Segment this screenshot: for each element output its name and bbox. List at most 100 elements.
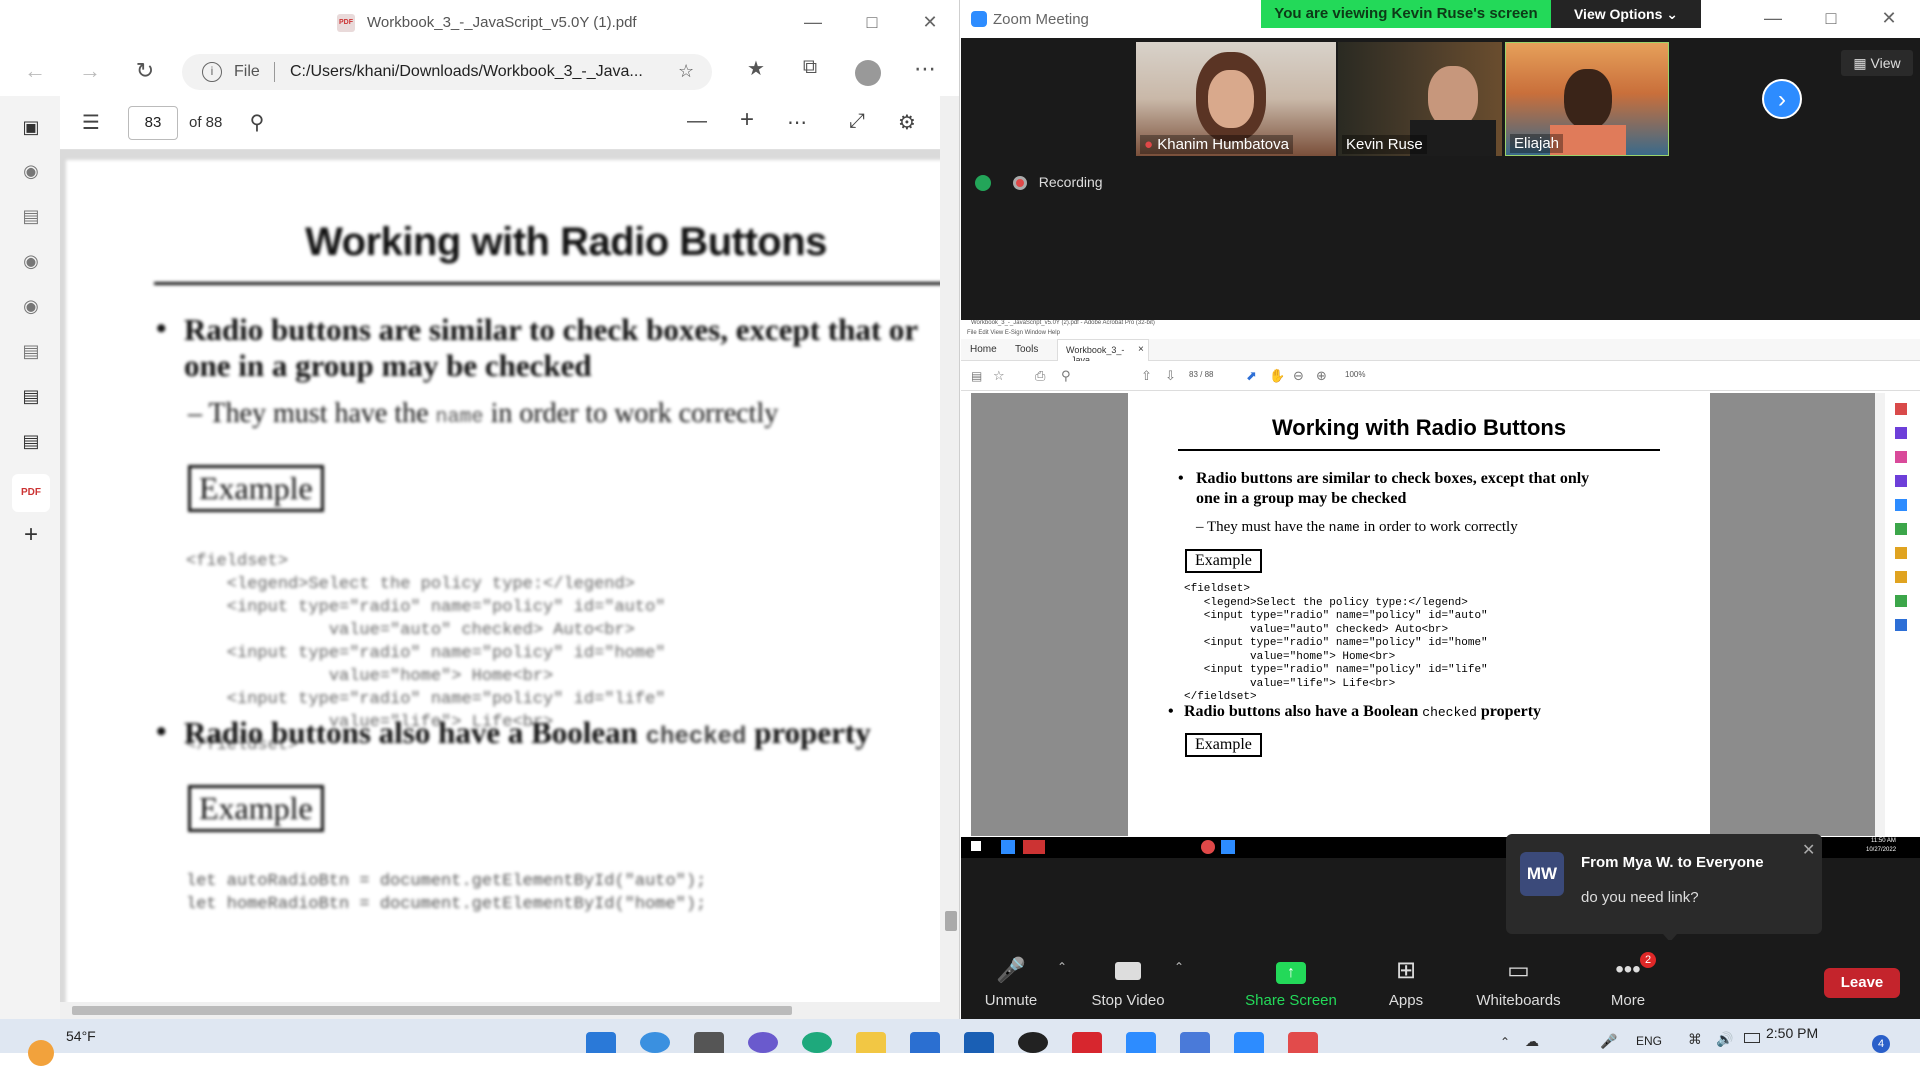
whiteboard-icon: ▭ (1507, 957, 1530, 984)
chat-notification[interactable]: MW From Mya W. to Everyone do you need l… (1506, 834, 1822, 942)
edge-tab-title[interactable]: Workbook_3_-_JavaScript_v5.0Y (1).pdf (367, 14, 637, 31)
stop-video-button[interactable]: Stop Video (1078, 940, 1178, 1019)
task-view-icon[interactable] (694, 1032, 724, 1053)
recording-indicator[interactable]: Recording (975, 174, 1103, 192)
apps-button[interactable]: ⊞ Apps (1356, 940, 1456, 1019)
zoom-out-icon[interactable]: — (684, 110, 710, 133)
shared-screen[interactable]: Workbook_3_-_JavaScript_v5.0Y (2).pdf - … (961, 320, 1920, 858)
zoom-in-icon: ⊕ (1316, 368, 1327, 383)
chat-app-icon[interactable] (748, 1032, 778, 1053)
fit-page-icon[interactable]: ⤢ (844, 110, 870, 133)
settings-gear-icon[interactable]: ⚙ (894, 110, 920, 135)
document-icon[interactable]: ▤ (20, 385, 42, 407)
windows-start-icon (971, 841, 981, 851)
chevron-up-icon[interactable]: ⌃ (1174, 960, 1184, 974)
close-icon[interactable]: ✕ (1802, 840, 1815, 860)
dell-icon[interactable] (1018, 1032, 1048, 1053)
participant-tile[interactable]: ● Khanim Humbatova (1136, 42, 1336, 156)
tab-tools[interactable]: Tools (1015, 344, 1038, 355)
next-page-button[interactable]: › (1762, 79, 1802, 119)
gmail-icon[interactable] (1072, 1032, 1102, 1053)
page-number-input[interactable]: 83 (128, 106, 178, 140)
bullet-dot: • (1168, 703, 1174, 720)
leave-button[interactable]: Leave (1824, 968, 1900, 998)
collections-icon[interactable]: ⧉ (795, 56, 825, 79)
edge-icon[interactable] (802, 1032, 832, 1053)
search-icon[interactable] (640, 1032, 670, 1053)
windows-start-icon[interactable] (586, 1032, 616, 1053)
maximize-icon[interactable]: □ (1819, 6, 1843, 30)
more-options-icon[interactable]: ⋯ (784, 110, 810, 135)
close-icon[interactable]: ✕ (918, 10, 942, 34)
language-indicator[interactable]: ENG (1636, 1034, 1662, 1048)
app-icon[interactable] (1180, 1032, 1210, 1053)
pdf-tab-icon[interactable]: PDF (12, 474, 50, 512)
close-icon[interactable]: × (1138, 344, 1144, 355)
scrollbar-thumb[interactable] (72, 1006, 792, 1015)
notification-badge[interactable]: 4 (1872, 1035, 1890, 1053)
avatar[interactable] (855, 60, 881, 86)
vertical-scrollbar[interactable] (940, 96, 959, 1019)
minimize-icon[interactable]: — (801, 10, 825, 34)
app-icon[interactable] (964, 1032, 994, 1053)
github-icon[interactable]: ◉ (20, 250, 42, 272)
maximize-icon[interactable]: □ (860, 10, 884, 34)
shared-pdf-viewport: Working with Radio Buttons • Radio butto… (971, 393, 1885, 836)
clock-time[interactable]: 2:50 PM (1766, 1025, 1818, 1041)
tab-home[interactable]: Home (970, 344, 997, 355)
tab-document[interactable]: Workbook_3_-_Java... × (1057, 339, 1149, 365)
chevron-up-icon[interactable]: ⌃ (1500, 1035, 1510, 1049)
file-explorer-icon[interactable] (856, 1032, 886, 1053)
more-button[interactable]: ••• More 2 (1578, 940, 1678, 1019)
github-icon[interactable]: ◉ (20, 295, 42, 317)
tabs-icon[interactable]: ▣ (20, 116, 42, 138)
unmute-button[interactable]: 🎤 Unmute (961, 940, 1061, 1019)
view-button[interactable]: ▦ View (1841, 50, 1913, 76)
zoom-in-icon[interactable]: + (734, 106, 760, 134)
address-url[interactable]: C:/Users/khani/Downloads/Workbook_3_-_Ja… (290, 63, 643, 81)
pdf-app-icon[interactable] (1288, 1032, 1318, 1053)
pdf-viewer[interactable]: Working with Radio Buttons • Radio butto… (60, 150, 940, 1002)
shield-icon[interactable] (975, 175, 991, 192)
whiteboards-button[interactable]: ▭ Whiteboards (1461, 940, 1576, 1019)
favorite-star-icon[interactable]: ☆ (678, 61, 694, 82)
vscode-icon[interactable] (1126, 1032, 1156, 1053)
chevron-up-icon[interactable]: ⌃ (1057, 960, 1067, 974)
add-icon[interactable]: + (20, 523, 42, 547)
back-icon[interactable]: ← (20, 58, 50, 84)
cloud-icon[interactable]: ☁ (1525, 1033, 1539, 1050)
share-screen-button[interactable]: ↑ Share Screen (1236, 940, 1346, 1019)
document-icon[interactable]: ▤ (20, 340, 42, 362)
document-icon[interactable]: ▤ (20, 430, 42, 452)
horizontal-scrollbar[interactable] (60, 1002, 940, 1019)
wifi-icon[interactable]: ⌘ (1688, 1031, 1702, 1048)
favorites-icon[interactable]: ★ (741, 56, 771, 81)
shared-bullet-1-line-2: one in a group may be checked (1196, 490, 1407, 507)
print-icon: ⎙ (1035, 368, 1046, 383)
view-options-button[interactable]: View Options ⌄ (1551, 0, 1701, 28)
weather-temperature[interactable]: 54°F (66, 1028, 96, 1044)
info-icon[interactable]: i (202, 62, 222, 82)
weather-icon[interactable] (28, 1040, 54, 1066)
more-menu-icon[interactable]: ⋯ (910, 56, 940, 82)
search-icon[interactable]: ⚲ (244, 110, 270, 135)
microphone-icon[interactable]: 🎤 (1600, 1033, 1617, 1050)
forward-icon[interactable]: → (75, 58, 105, 84)
minimize-icon[interactable]: — (1761, 6, 1785, 30)
participant-name-text: Khanim Humbatova (1157, 136, 1289, 153)
document-icon[interactable]: ▤ (20, 205, 42, 227)
tool-icon (1895, 595, 1907, 607)
contents-icon[interactable]: ☰ (78, 110, 104, 135)
participant-tile[interactable]: Kevin Ruse (1338, 42, 1502, 156)
scrollbar-thumb[interactable] (945, 911, 957, 931)
close-icon[interactable]: ✕ (1877, 6, 1901, 30)
participant-tile[interactable]: Eliajah (1505, 42, 1669, 156)
address-bar[interactable]: i File C:/Users/khani/Downloads/Workbook… (182, 54, 712, 90)
github-icon[interactable]: ◉ (20, 160, 42, 182)
store-icon[interactable] (910, 1032, 940, 1053)
battery-icon[interactable] (1744, 1033, 1760, 1043)
record-icon (1012, 176, 1027, 191)
zoom-app-icon[interactable] (1234, 1032, 1264, 1053)
refresh-icon[interactable]: ↻ (130, 58, 160, 84)
volume-icon[interactable]: 🔊 (1716, 1031, 1733, 1048)
